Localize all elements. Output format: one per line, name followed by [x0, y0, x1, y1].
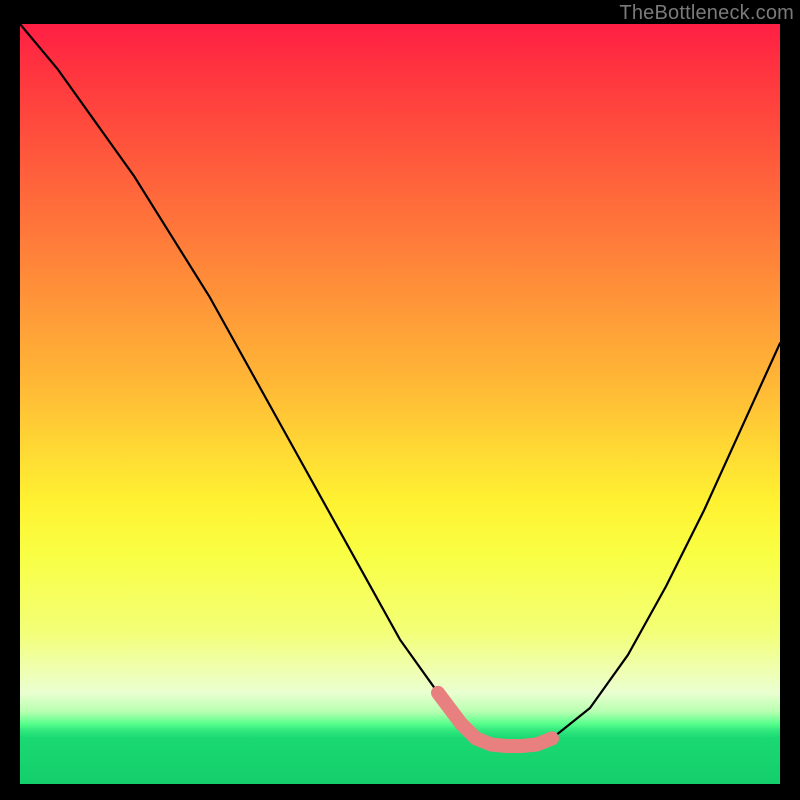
chart-stage: TheBottleneck.com [0, 0, 800, 800]
valley-highlight [438, 693, 552, 746]
watermark-text: TheBottleneck.com [619, 2, 794, 25]
bottleneck-curve [20, 24, 780, 746]
chart-svg [20, 24, 780, 784]
plot-area [20, 24, 780, 784]
